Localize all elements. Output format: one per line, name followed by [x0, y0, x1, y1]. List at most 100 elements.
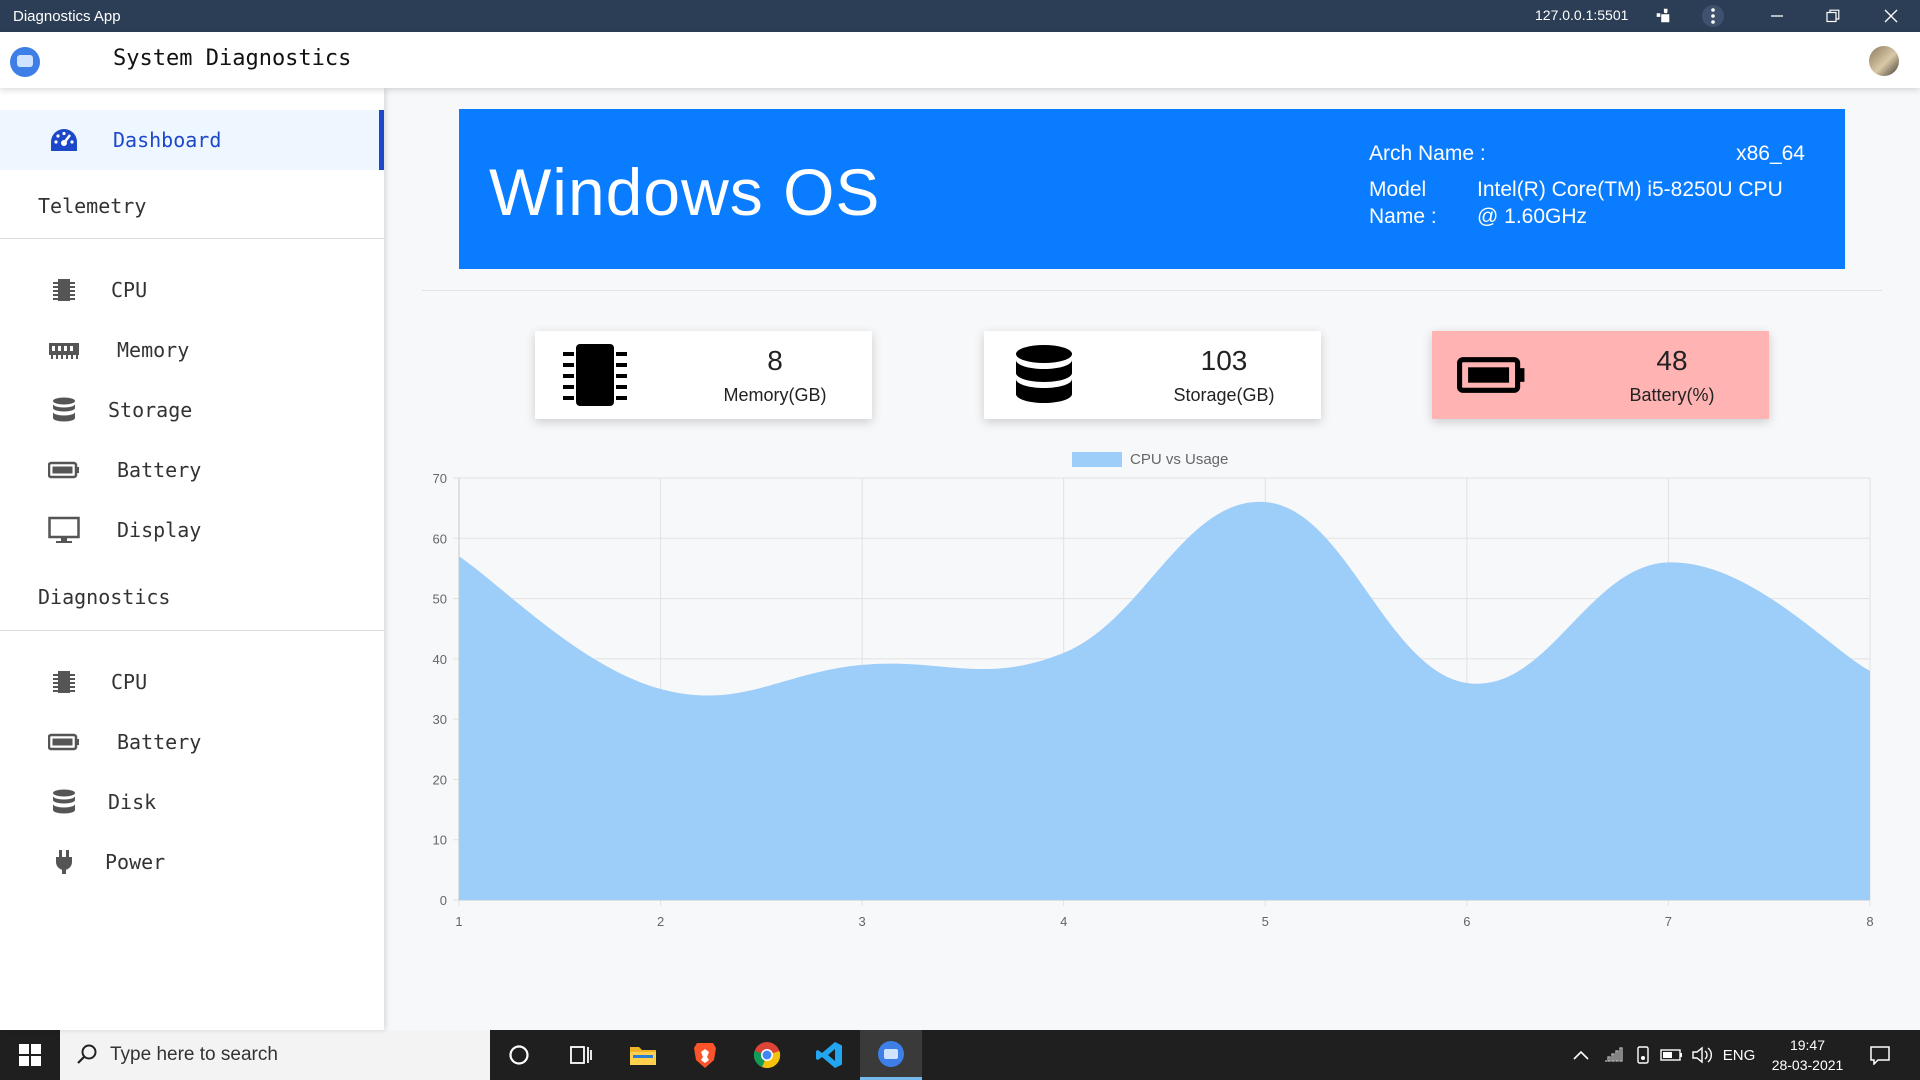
clock-date: 28-03-2021 — [1771, 1057, 1844, 1073]
diagnostics-app-taskbar-icon[interactable] — [860, 1030, 922, 1080]
battery-icon — [1457, 341, 1527, 409]
chip-icon — [48, 276, 80, 304]
storage-label: Storage(GB) — [1173, 385, 1275, 405]
sidebar-item-label: Memory — [117, 338, 190, 362]
sidebar-item-label: Storage — [108, 398, 193, 422]
storage-card: 103 Storage(GB) — [984, 331, 1321, 419]
sidebar-item-label: Dashboard — [113, 128, 222, 152]
sidebar-item-telemetry-display[interactable]: Display — [0, 500, 384, 560]
legend-swatch — [1072, 452, 1122, 467]
arch-value: x86_64 — [1736, 142, 1805, 165]
telemetry-heading: Telemetry — [38, 194, 147, 218]
memory-label: Memory(GB) — [723, 385, 827, 405]
battery-icon — [48, 456, 80, 484]
taskbar-clock[interactable]: 19:47 28-03-2021 — [1760, 1035, 1855, 1075]
sidebar-item-label: Power — [105, 850, 166, 874]
taskbar: Type here to search ENG 19:47 28-03-2021 — [0, 1030, 1920, 1080]
y-tick-label: 70 — [433, 471, 447, 486]
vscode-icon[interactable] — [798, 1030, 860, 1080]
taskbar-search-box[interactable]: Type here to search — [60, 1030, 490, 1080]
sidebar-item-telemetry-memory[interactable]: Memory — [0, 320, 384, 380]
server-url: 127.0.0.1:5501 — [1535, 7, 1629, 23]
x-tick-label: 5 — [1262, 914, 1269, 929]
sidebar-item-label: CPU — [111, 278, 148, 302]
y-tick-label: 20 — [433, 772, 447, 787]
sidebar-item-label: Battery — [117, 458, 202, 482]
sidebar-item-label: Disk — [108, 790, 157, 814]
volume-icon[interactable] — [1688, 1030, 1716, 1080]
battery-value: 48 — [1656, 345, 1688, 376]
chrome-browser-icon[interactable] — [736, 1030, 798, 1080]
device-icon[interactable] — [1630, 1030, 1656, 1080]
window-titlebar: Diagnostics App 127.0.0.1:5501 — [0, 0, 1920, 32]
x-tick-label: 2 — [657, 914, 664, 929]
chip-icon — [560, 341, 630, 409]
file-explorer-icon[interactable] — [612, 1030, 674, 1080]
restore-icon[interactable] — [1810, 0, 1856, 32]
legend-label: CPU vs Usage — [1130, 451, 1228, 468]
battery-status-icon[interactable] — [1658, 1030, 1686, 1080]
notifications-icon[interactable] — [1860, 1030, 1900, 1080]
os-banner: Windows OS Arch Name : x86_64 Model Name… — [459, 109, 1845, 269]
sidebar-item-dashboard[interactable]: Dashboard — [0, 110, 384, 170]
database-icon — [48, 788, 80, 816]
close-icon[interactable] — [1868, 0, 1914, 32]
y-tick-label: 40 — [433, 652, 447, 667]
y-tick-label: 0 — [440, 893, 447, 908]
sidebar-item-label: Display — [117, 518, 202, 542]
more-options-icon[interactable] — [1690, 0, 1736, 32]
language-indicator[interactable]: ENG — [1720, 1030, 1758, 1080]
x-tick-label: 8 — [1866, 914, 1873, 929]
x-tick-label: 7 — [1665, 914, 1672, 929]
app-header: System Diagnostics — [0, 32, 1920, 88]
brave-browser-icon[interactable] — [674, 1030, 736, 1080]
database-icon — [48, 396, 80, 424]
sidebar-item-diagnostics-battery[interactable]: Battery — [0, 712, 384, 772]
model-label-line1: Model — [1369, 178, 1427, 201]
sidebar: Dashboard Telemetry CPU Memory Storage B… — [0, 88, 384, 1030]
model-value-line2: @ 1.60GHz — [1477, 205, 1588, 228]
sidebar-item-telemetry-battery[interactable]: Battery — [0, 440, 384, 500]
speedometer-icon — [48, 126, 80, 154]
sidebar-item-diagnostics-power[interactable]: Power — [0, 832, 384, 892]
x-tick-label: 6 — [1463, 914, 1470, 929]
tray-overflow-icon[interactable] — [1568, 1030, 1594, 1080]
plug-icon — [48, 848, 80, 876]
diagnostics-heading: Diagnostics — [38, 585, 171, 609]
sidebar-item-telemetry-cpu[interactable]: CPU — [0, 260, 384, 320]
storage-value: 103 — [1200, 345, 1248, 376]
monitor-icon — [48, 516, 80, 544]
os-name: Windows OS — [489, 155, 881, 229]
divider — [422, 290, 1882, 291]
arch-label: Arch Name : — [1369, 142, 1486, 165]
extensions-icon[interactable] — [1640, 0, 1686, 32]
app-logo-icon — [10, 47, 40, 77]
cortana-icon[interactable] — [488, 1030, 550, 1080]
memory-icon — [48, 336, 80, 364]
clock-time: 19:47 — [1789, 1037, 1826, 1053]
minimize-icon[interactable] — [1754, 0, 1800, 32]
sidebar-item-label: Battery — [117, 730, 202, 754]
windows-start-icon[interactable] — [0, 1030, 60, 1080]
battery-label: Battery(%) — [1629, 385, 1715, 405]
battery-icon — [48, 728, 80, 756]
wifi-icon[interactable] — [1600, 1030, 1626, 1080]
sidebar-item-diagnostics-disk[interactable]: Disk — [0, 772, 384, 832]
battery-card: 48 Battery(%) — [1432, 331, 1769, 419]
search-icon — [76, 1043, 98, 1070]
user-avatar[interactable] — [1869, 46, 1899, 76]
memory-value: 8 — [767, 345, 783, 376]
chip-icon — [48, 668, 80, 696]
task-view-icon[interactable] — [550, 1030, 612, 1080]
sidebar-item-telemetry-storage[interactable]: Storage — [0, 380, 384, 440]
sidebar-item-diagnostics-cpu[interactable]: CPU — [0, 652, 384, 712]
window-title: Diagnostics App — [13, 8, 121, 25]
y-tick-label: 50 — [433, 592, 447, 607]
database-icon — [1009, 341, 1079, 409]
y-tick-label: 10 — [433, 833, 447, 848]
memory-card: 8 Memory(GB) — [535, 331, 872, 419]
search-placeholder: Type here to search — [110, 1044, 278, 1065]
sidebar-item-label: CPU — [111, 670, 148, 694]
app-title: System Diagnostics — [113, 46, 352, 71]
y-tick-label: 60 — [433, 531, 447, 546]
